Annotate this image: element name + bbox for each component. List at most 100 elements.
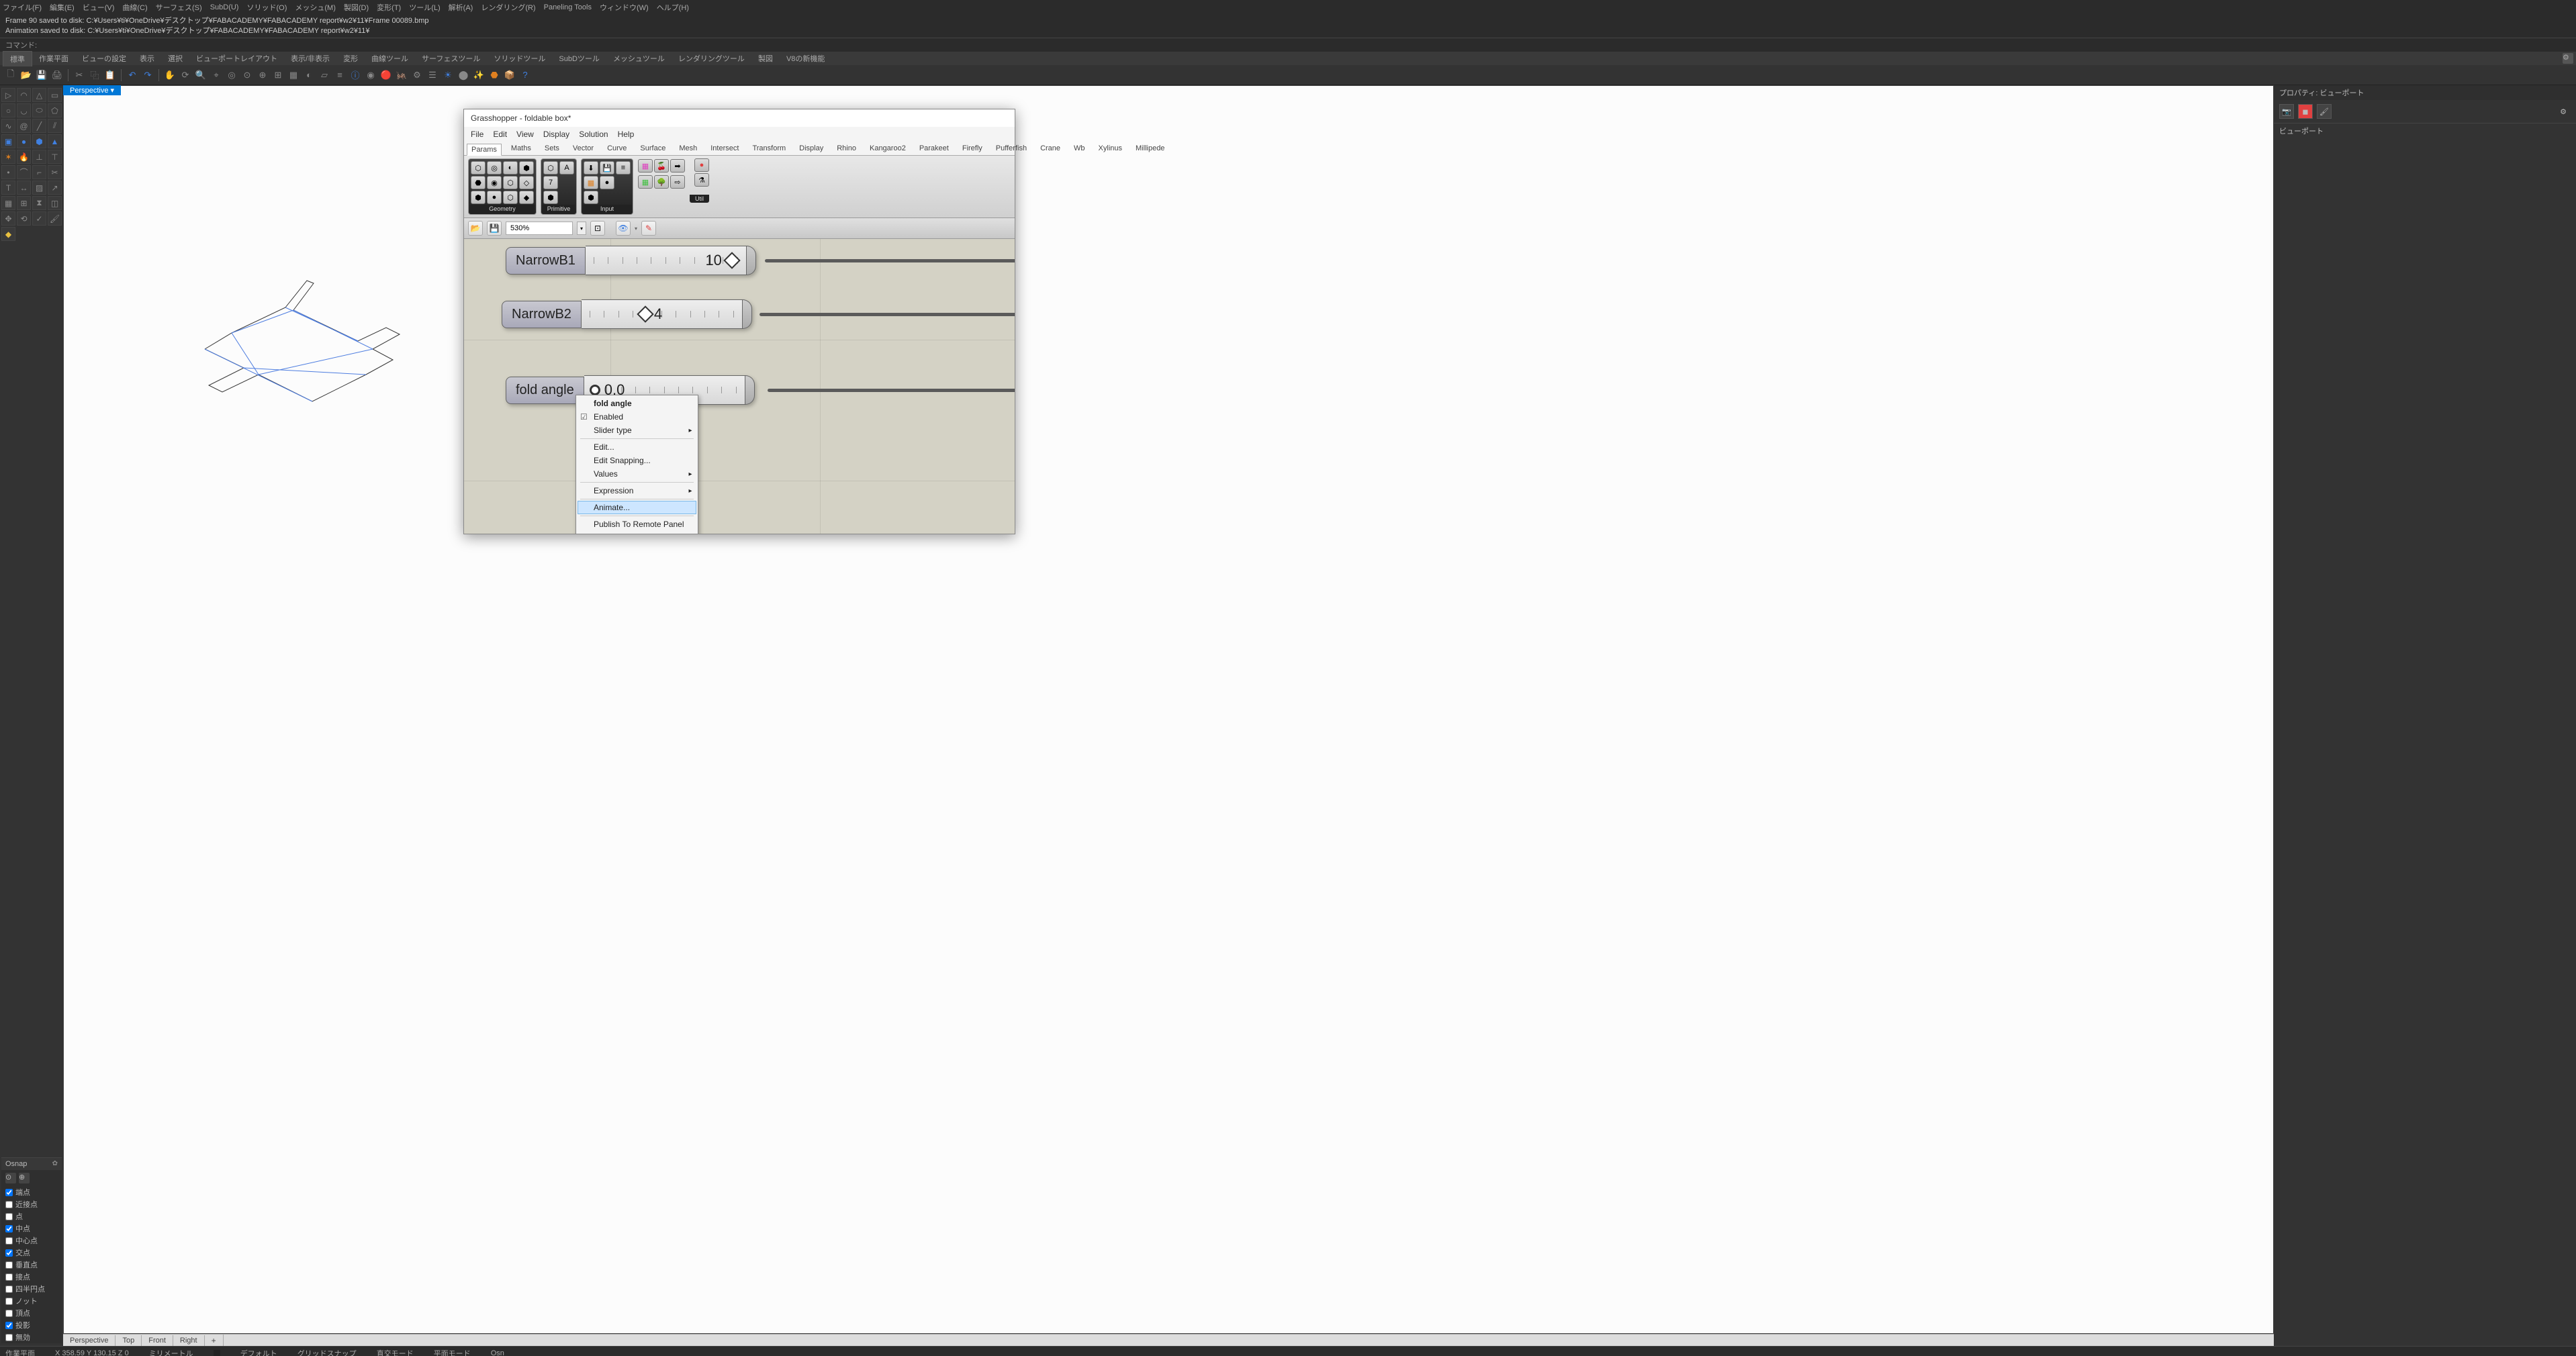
properties-icon[interactable]: ⓘ bbox=[349, 68, 362, 82]
ribbon-tab-rendertools[interactable]: レンダリングツール bbox=[672, 51, 751, 66]
gh-canvas[interactable]: NarrowB1 10 NarrowB2 4 fold angle bbox=[464, 239, 1015, 534]
ribbon-tab-meshtools[interactable]: メッシュツール bbox=[606, 51, 672, 66]
sun-icon[interactable]: ☀ bbox=[441, 68, 455, 82]
gh-zoom-dropdown[interactable]: ▾ bbox=[577, 222, 586, 235]
gh-menu-display[interactable]: Display bbox=[543, 130, 569, 139]
gh-tab-sets[interactable]: Sets bbox=[541, 143, 563, 155]
zoom-selected-icon[interactable]: ⊙ bbox=[240, 68, 254, 82]
undo-icon[interactable]: ↶ bbox=[126, 68, 139, 82]
scale-icon[interactable]: ◫ bbox=[48, 196, 62, 210]
menu-curve[interactable]: 曲線(C) bbox=[122, 2, 147, 13]
gh-comp-icon[interactable]: ⬇ bbox=[584, 161, 598, 175]
gh-preview-icon[interactable]: 👁 bbox=[616, 221, 631, 236]
osnap-checkbox[interactable] bbox=[5, 1322, 13, 1329]
ctx-values[interactable]: Values bbox=[578, 467, 696, 481]
gh-comp-icon[interactable]: ⬡ bbox=[503, 176, 518, 189]
gh-comp-icon[interactable]: ● bbox=[487, 191, 502, 204]
menu-edit[interactable]: 編集(E) bbox=[50, 2, 75, 13]
copy-icon[interactable]: ⿻ bbox=[88, 68, 101, 82]
gh-zoom-extents-icon[interactable]: ⊡ bbox=[590, 221, 605, 236]
zoom-extents-icon[interactable]: ◎ bbox=[225, 68, 238, 82]
ribbon-tab-standard[interactable]: 標準 bbox=[3, 51, 32, 66]
menu-transform[interactable]: 変形(T) bbox=[377, 2, 401, 13]
osnap-checkbox[interactable] bbox=[5, 1213, 13, 1220]
gh-comp-icon[interactable]: ⬢ bbox=[584, 191, 598, 204]
gh-tab-vector[interactable]: Vector bbox=[569, 143, 598, 155]
osnap-item[interactable]: ノット bbox=[1, 1295, 62, 1307]
osnap-checkbox[interactable] bbox=[5, 1261, 13, 1269]
osnap-settings-icon[interactable]: ✿ bbox=[52, 1160, 58, 1168]
layer-icon[interactable]: ≡ bbox=[333, 68, 347, 82]
osnap-item[interactable]: 交点 bbox=[1, 1247, 62, 1259]
gh-tab-curve[interactable]: Curve bbox=[603, 143, 631, 155]
zoom-icon[interactable]: 🔍 bbox=[194, 68, 208, 82]
gh-comp-icon[interactable]: 💾 bbox=[600, 161, 614, 175]
gh-slider-narrowb2[interactable]: NarrowB2 4 bbox=[502, 299, 752, 329]
ellipse-icon[interactable]: ⬭ bbox=[32, 103, 46, 117]
gh-sketch-icon[interactable]: ✎ bbox=[641, 221, 656, 236]
slider-output-grip[interactable] bbox=[745, 375, 755, 405]
vp-tab-right[interactable]: Right bbox=[173, 1335, 205, 1346]
osnap-checkbox[interactable] bbox=[5, 1249, 13, 1257]
spotlight-icon[interactable]: ✨ bbox=[472, 68, 486, 82]
slider-output-grip[interactable] bbox=[747, 246, 756, 275]
menu-tools[interactable]: ツール(L) bbox=[409, 2, 440, 13]
slider-handle-icon[interactable] bbox=[723, 252, 740, 269]
gh-menu-solution[interactable]: Solution bbox=[579, 130, 608, 139]
status-cplane[interactable]: 作業平面 bbox=[5, 1348, 35, 1356]
menu-subd[interactable]: SubD(U) bbox=[210, 3, 239, 11]
mirror-icon[interactable]: ⧗ bbox=[32, 196, 46, 210]
menu-surface[interactable]: サーフェス(S) bbox=[156, 2, 202, 13]
menu-mesh[interactable]: メッシュ(M) bbox=[295, 2, 336, 13]
gh-tab-kangaroo[interactable]: Kangaroo2 bbox=[866, 143, 910, 155]
gh-comp-icon[interactable]: ● bbox=[694, 158, 709, 172]
gh-comp-icon[interactable]: ≡ bbox=[616, 161, 631, 175]
zoom-previous-icon[interactable]: ⊕ bbox=[256, 68, 269, 82]
tool2-icon[interactable]: ⊤ bbox=[48, 150, 62, 164]
status-planar[interactable]: 平面モード bbox=[434, 1348, 471, 1356]
gh-tab-intersect[interactable]: Intersect bbox=[706, 143, 743, 155]
grid-icon[interactable]: ▦ bbox=[1, 196, 15, 210]
command-prompt[interactable]: コマンド: bbox=[0, 38, 2576, 52]
gh-comp-icon[interactable]: ⬡ bbox=[471, 161, 486, 175]
vp-tab-add[interactable]: + bbox=[205, 1335, 224, 1347]
layer-color-swatch[interactable] bbox=[214, 1350, 220, 1356]
gh-tab-crane[interactable]: Crane bbox=[1036, 143, 1064, 155]
line-icon[interactable]: ╱ bbox=[32, 119, 46, 133]
cplane-icon[interactable]: ▱ bbox=[318, 68, 331, 82]
gh-tab-display[interactable]: Display bbox=[795, 143, 827, 155]
ribbon-tab-visibility[interactable]: 表示/非表示 bbox=[284, 51, 336, 66]
four-view-icon[interactable]: ⊞ bbox=[271, 68, 285, 82]
menu-help[interactable]: ヘルプ(H) bbox=[657, 2, 689, 13]
ribbon-tab-cplane[interactable]: 作業平面 bbox=[32, 51, 75, 66]
grasshopper-icon[interactable]: 🦗 bbox=[395, 68, 408, 82]
gh-comp-icon[interactable]: ⬢ bbox=[519, 161, 534, 175]
gh-tab-parakeet[interactable]: Parakeet bbox=[915, 143, 953, 155]
ctx-help[interactable]: ?Help... bbox=[578, 531, 696, 534]
shade-icon[interactable]: ◐ bbox=[302, 68, 316, 82]
gh-comp-icon[interactable]: ◆ bbox=[519, 191, 534, 204]
menu-window[interactable]: ウィンドウ(W) bbox=[600, 2, 649, 13]
osnap-checkbox[interactable] bbox=[5, 1310, 13, 1317]
ribbon-tab-transform[interactable]: 変形 bbox=[336, 51, 365, 66]
help-icon[interactable]: ? bbox=[518, 68, 532, 82]
gh-comp-icon[interactable]: 🍒 bbox=[654, 159, 669, 173]
tool-icon[interactable]: ⊥ bbox=[32, 150, 46, 164]
save-file-icon[interactable]: 💾 bbox=[35, 68, 48, 82]
show-icon[interactable]: ◉ bbox=[364, 68, 377, 82]
status-osnap[interactable]: Osn bbox=[491, 1349, 504, 1356]
gh-comp-icon[interactable]: 🌳 bbox=[654, 175, 669, 189]
material-tab-icon[interactable]: ◼ bbox=[2298, 104, 2313, 119]
redo-icon[interactable]: ↷ bbox=[141, 68, 154, 82]
ctx-expression[interactable]: Expression bbox=[578, 484, 696, 497]
rotate-icon[interactable]: ⟳ bbox=[179, 68, 192, 82]
gh-tab-transform[interactable]: Transform bbox=[748, 143, 790, 155]
cone-icon[interactable]: ▲ bbox=[48, 134, 62, 148]
arc-icon[interactable]: ◡ bbox=[17, 103, 31, 117]
gh-tab-pufferfish[interactable]: Pufferfish bbox=[992, 143, 1031, 155]
gh-tab-params[interactable]: Params bbox=[467, 144, 502, 156]
gh-menu-edit[interactable]: Edit bbox=[493, 130, 507, 139]
gh-tab-maths[interactable]: Maths bbox=[507, 143, 535, 155]
ctx-publish[interactable]: Publish To Remote Panel bbox=[578, 518, 696, 531]
gh-comp-icon[interactable]: ⬡ bbox=[503, 191, 518, 204]
